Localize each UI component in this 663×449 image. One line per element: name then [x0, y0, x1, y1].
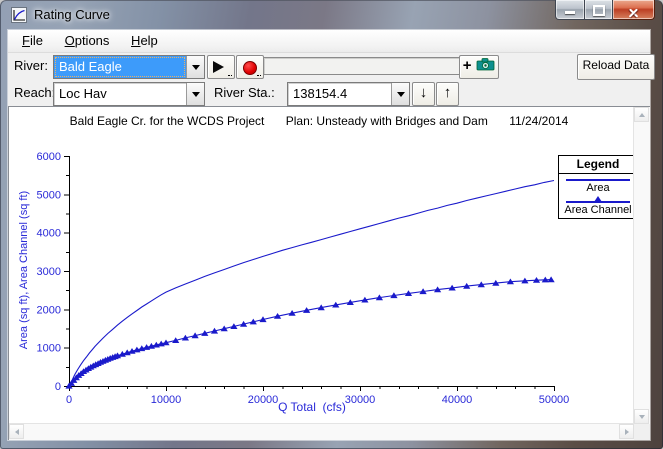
close-icon	[628, 8, 639, 19]
series-line-area-channel	[69, 280, 551, 386]
menu-help[interactable]: Help	[122, 30, 167, 48]
scroll-down-button[interactable]	[634, 409, 649, 424]
y-tick-label: 4000	[37, 228, 61, 240]
arrow-left-icon	[15, 429, 19, 435]
screen: Rating Curve File Options Help River: Ba…	[0, 0, 663, 449]
legend-line-area	[566, 179, 630, 181]
arrow-up-icon	[639, 113, 645, 117]
y-tick-label: 6000	[37, 151, 61, 163]
previous-station-button[interactable]: ↓	[412, 82, 435, 106]
series-markers-area-channel	[65, 276, 554, 388]
reach-combobox-value[interactable]: Loc Hav	[54, 83, 186, 105]
play-icon	[213, 61, 224, 73]
river-station-combobox[interactable]: 138154.4	[287, 82, 410, 106]
arrow-right-icon	[625, 429, 629, 435]
triangle-marker-icon	[594, 196, 602, 202]
next-station-button[interactable]: ↑	[436, 82, 459, 106]
river-combobox[interactable]: Bald Eagle	[53, 55, 205, 79]
menu-bar: File Options Help	[8, 30, 650, 53]
reach-combobox-dropdown-button[interactable]	[186, 83, 204, 105]
x-axis-label: Q Total (cfs)	[69, 400, 555, 414]
record-button[interactable]	[236, 55, 264, 79]
y-axis-label: Area (sq ft), Area Channel (sq ft)	[18, 160, 30, 380]
scroll-up-button[interactable]	[634, 107, 649, 122]
y-tick-label: 5000	[37, 189, 61, 201]
vertical-scrollbar[interactable]	[633, 107, 650, 424]
minimize-button[interactable]	[555, 0, 585, 20]
maximize-icon	[593, 5, 605, 16]
scrollbar-corner	[634, 424, 650, 440]
dots-icon	[257, 75, 261, 77]
menu-options[interactable]: Options	[56, 30, 119, 48]
rating-curve-plot: 0100002000030000400005000001000200030004…	[9, 107, 631, 422]
horizontal-scrollbar[interactable]	[9, 423, 634, 440]
window-title: Rating Curve	[34, 7, 110, 22]
river-station-label: River Sta.:	[214, 85, 275, 100]
arrow-up-icon: ↑	[444, 84, 452, 101]
arrow-down-icon	[639, 415, 645, 419]
y-tick-label: 2000	[37, 304, 61, 316]
y-tick-label: 3000	[37, 266, 61, 278]
y-tick-label: 1000	[37, 343, 61, 355]
plus-icon: +	[463, 57, 472, 74]
arrow-down-icon: ↓	[420, 84, 428, 101]
chart-panel: Bald Eagle Cr. for the WCDS Project Plan…	[8, 106, 650, 440]
legend-entry-area-channel: Area Channel	[559, 204, 637, 218]
window-controls	[555, 0, 655, 20]
y-tick-label: 0	[55, 381, 61, 393]
record-icon	[243, 61, 257, 75]
client-area: File Options Help River: Bald Eagle +	[8, 30, 650, 440]
legend-title: Legend	[559, 156, 637, 174]
rating-curve-icon	[11, 7, 27, 23]
legend: Legend Area Area Channel	[558, 155, 638, 219]
chevron-down-icon	[192, 65, 200, 70]
scroll-left-button[interactable]	[9, 424, 24, 439]
window: Rating Curve File Options Help River: Ba…	[0, 0, 663, 449]
add-snapshot-button[interactable]: +	[459, 55, 499, 79]
menu-file[interactable]: File	[13, 30, 52, 48]
reload-data-button[interactable]: Reload Data	[577, 54, 655, 80]
camera-icon	[476, 58, 495, 71]
river-station-combobox-dropdown-button[interactable]	[391, 83, 409, 105]
scroll-right-button[interactable]	[619, 424, 634, 439]
chevron-down-icon	[397, 92, 405, 97]
maximize-button[interactable]	[585, 0, 613, 20]
river-combobox-dropdown-button[interactable]	[186, 56, 204, 78]
animation-text-field[interactable]	[263, 57, 461, 75]
animate-play-button[interactable]	[207, 55, 235, 79]
legend-entry-area: Area	[559, 182, 637, 196]
minimize-icon	[565, 11, 575, 14]
title-bar[interactable]: Rating Curve	[0, 0, 663, 30]
chevron-down-icon	[192, 92, 200, 97]
river-station-combobox-value[interactable]: 138154.4	[288, 83, 391, 105]
reach-label: Reach:	[14, 85, 55, 100]
river-label: River:	[14, 58, 48, 73]
close-button[interactable]	[613, 0, 655, 20]
toolbar: River: Bald Eagle +	[8, 53, 650, 106]
legend-line-area-channel	[566, 201, 630, 203]
river-combobox-value[interactable]: Bald Eagle	[54, 56, 186, 78]
reach-combobox[interactable]: Loc Hav	[53, 82, 205, 106]
dots-icon	[228, 75, 232, 77]
